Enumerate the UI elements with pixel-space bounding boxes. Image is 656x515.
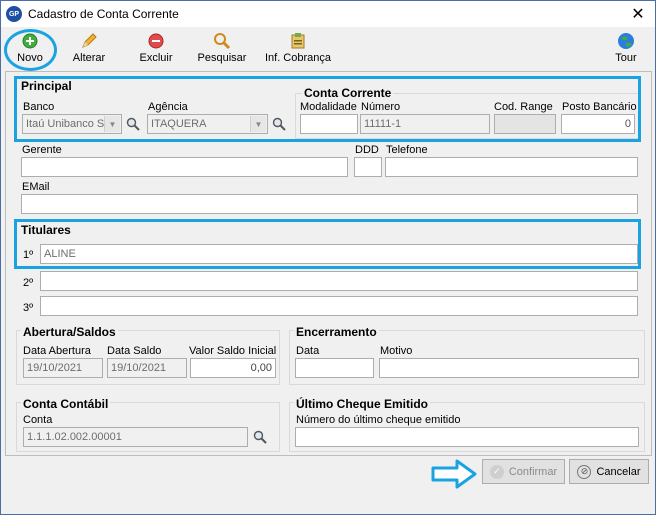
novo-highlight-oval — [4, 29, 57, 71]
pointer-arrow-icon — [431, 459, 477, 489]
tour-button[interactable]: Tour — [611, 32, 641, 68]
principal-highlight — [14, 76, 641, 142]
abertura-title: Abertura/Saldos — [21, 325, 118, 339]
ultimo-cheque-group: Último Cheque Emitido Número do último c… — [289, 397, 645, 452]
valor-saldo-label: Valor Saldo Inicial — [189, 345, 277, 357]
data-saldo-field[interactable]: 19/10/2021 — [107, 358, 187, 378]
tour-label: Tour — [615, 52, 637, 64]
encerramento-group: Encerramento Data Motivo — [289, 325, 645, 385]
telefone-label: Telefone — [386, 144, 428, 156]
titulares-highlight — [14, 219, 641, 269]
dialog-window: GP Cadastro de Conta Corrente ✕ Novo Alt… — [0, 0, 656, 515]
data-abertura-label: Data Abertura — [23, 345, 91, 357]
conta-search-icon[interactable] — [253, 430, 267, 444]
pesquisar-label: Pesquisar — [197, 52, 247, 64]
telefone-field[interactable] — [385, 157, 638, 177]
titular-3-field[interactable] — [40, 296, 638, 316]
pencil-icon — [80, 32, 98, 50]
window-title: Cadastro de Conta Corrente — [28, 7, 179, 21]
titular-2-label: 2º — [23, 277, 34, 289]
billing-icon — [289, 32, 307, 50]
valor-saldo-field[interactable]: 0,00 — [190, 358, 276, 378]
gerente-label: Gerente — [22, 144, 62, 156]
confirmar-button[interactable]: ✓ Confirmar — [482, 459, 565, 484]
toolbar: Novo Alterar Excluir Pesquisar Inf. Cobr… — [1, 28, 655, 70]
titular-3-label: 3º — [23, 302, 34, 314]
form-panel: Principal Banco Itaú Unibanco S ▼ Agênci… — [5, 71, 652, 456]
conta-label: Conta — [23, 414, 53, 426]
action-bar: ✓ Confirmar ⊘ Cancelar — [5, 457, 652, 487]
ultimo-cheque-field[interactable] — [295, 427, 639, 447]
close-button[interactable]: ✕ — [621, 1, 655, 27]
cancelar-label: Cancelar — [596, 465, 641, 478]
motivo-label: Motivo — [380, 345, 413, 357]
data-abertura-field[interactable]: 19/10/2021 — [23, 358, 103, 378]
excluir-button[interactable]: Excluir — [134, 32, 178, 68]
globe-icon — [617, 32, 635, 50]
close-icon: ✕ — [631, 6, 645, 23]
excluir-label: Excluir — [139, 52, 173, 64]
app-logo-icon: GP — [6, 6, 22, 22]
conta-contabil-group: Conta Contábil Conta 1.1.1.02.002.00001 — [16, 397, 280, 452]
encerramento-data-label: Data — [296, 345, 320, 357]
gerente-field[interactable] — [21, 157, 348, 177]
search-icon — [213, 32, 231, 50]
delete-icon — [147, 32, 165, 50]
alterar-label: Alterar — [72, 52, 106, 64]
email-label: EMail — [22, 181, 50, 193]
email-field[interactable] — [21, 194, 638, 214]
ddd-field[interactable] — [354, 157, 382, 177]
ultimo-cheque-title: Último Cheque Emitido — [294, 397, 430, 411]
pesquisar-button[interactable]: Pesquisar — [195, 32, 249, 68]
alterar-button[interactable]: Alterar — [67, 32, 111, 68]
cancelar-button[interactable]: ⊘ Cancelar — [569, 459, 649, 484]
encerramento-title: Encerramento — [294, 325, 379, 339]
check-icon: ✓ — [489, 464, 504, 479]
conta-field[interactable]: 1.1.1.02.002.00001 — [23, 427, 248, 447]
title-bar: GP Cadastro de Conta Corrente ✕ — [1, 1, 655, 27]
conta-contabil-title: Conta Contábil — [21, 397, 111, 411]
motivo-field[interactable] — [379, 358, 639, 378]
cancel-icon: ⊘ — [577, 464, 592, 479]
abertura-group: Abertura/Saldos Data Abertura 19/10/2021… — [16, 325, 280, 385]
data-saldo-label: Data Saldo — [107, 345, 162, 357]
encerramento-data-field[interactable] — [295, 358, 374, 378]
inf-cobranca-button[interactable]: Inf. Cobrança — [263, 32, 333, 68]
ddd-label: DDD — [355, 144, 379, 156]
confirmar-label: Confirmar — [508, 465, 558, 478]
ultimo-cheque-label: Número do último cheque emitido — [296, 414, 461, 426]
inf-cobranca-label: Inf. Cobrança — [264, 52, 332, 64]
titular-2-field[interactable] — [40, 271, 638, 291]
